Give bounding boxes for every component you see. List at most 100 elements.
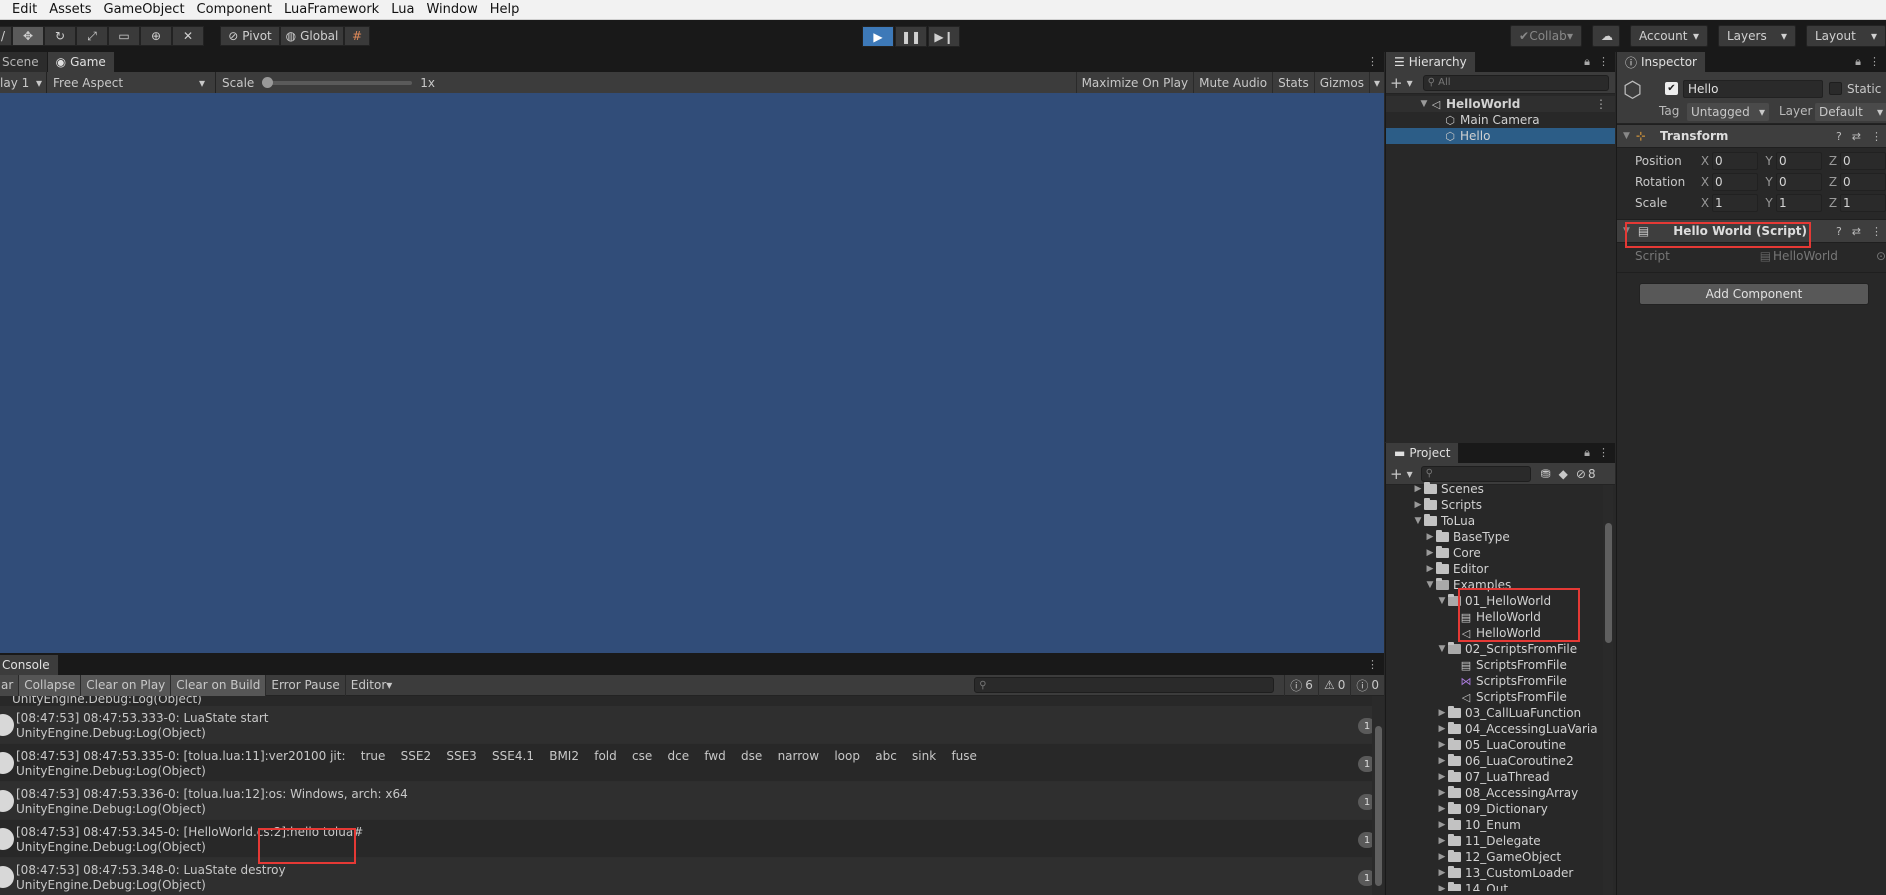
more-options-icon[interactable]: ⋮	[1598, 446, 1609, 460]
menu-lua[interactable]: Lua	[391, 2, 414, 17]
mute-audio-button[interactable]: Mute Audio	[1193, 71, 1272, 94]
scale-y-field[interactable]: 1	[1776, 193, 1822, 212]
custom-tool-icon[interactable]: ✕	[172, 26, 204, 46]
add-icon[interactable]: +	[1390, 74, 1403, 92]
menu-gameobject[interactable]: GameObject	[104, 2, 185, 17]
menu-component[interactable]: Component	[197, 2, 272, 17]
chevron-right-icon[interactable]: ▶	[1436, 836, 1448, 846]
list-item[interactable]: ▶ Editor	[1386, 561, 1615, 577]
list-item[interactable]: ▶ BaseType	[1386, 529, 1615, 545]
lock-icon[interactable]: 🔒︎	[1584, 55, 1590, 69]
game-viewport[interactable]	[0, 93, 1384, 653]
tab-project[interactable]: ▬ Project	[1386, 443, 1460, 463]
chevron-right-icon[interactable]: ▶	[1436, 740, 1448, 750]
list-item[interactable]: ▶ 03_CallLuaFunction	[1386, 705, 1615, 721]
tab-inspector[interactable]: ⓘ Inspector	[1617, 52, 1706, 72]
grid-snap-icon[interactable]: #	[344, 26, 370, 46]
list-item[interactable]: ▶ Scripts	[1386, 497, 1615, 513]
step-icon[interactable]: ▶❙	[928, 26, 960, 47]
chevron-down-icon[interactable]: ▼	[1623, 131, 1630, 141]
rotation-y-field[interactable]: 0	[1776, 172, 1822, 191]
tab-scene[interactable]: Scene	[0, 52, 48, 72]
console-search-input[interactable]: ⚲	[974, 677, 1275, 693]
tab-console[interactable]: Console	[0, 655, 59, 675]
project-search-input[interactable]: ⚲	[1420, 465, 1531, 482]
list-item[interactable]: ▶ 13_CustomLoader	[1386, 865, 1615, 881]
list-item[interactable]: ▶ 11_Delegate	[1386, 833, 1615, 849]
error-pause-button[interactable]: Error Pause	[265, 674, 344, 696]
list-item[interactable]: ▶ 04_AccessingLuaVaria	[1386, 721, 1615, 737]
list-item[interactable]: ▶ 10_Enum	[1386, 817, 1615, 833]
more-options-icon[interactable]: ⋮	[1598, 55, 1609, 69]
scale-slider[interactable]	[262, 76, 413, 88]
lock-icon[interactable]: 🔒︎	[1584, 446, 1590, 460]
chevron-down-icon[interactable]: ▾	[1368, 71, 1384, 94]
menu-help[interactable]: Help	[490, 2, 520, 17]
more-options-icon[interactable]: ⋮	[1869, 55, 1880, 69]
slider-knob[interactable]	[262, 76, 274, 88]
list-item[interactable]: ▶ Core	[1386, 545, 1615, 561]
list-item[interactable]: ▶ 05_LuaCoroutine	[1386, 737, 1615, 753]
scale-z-field[interactable]: 1	[1840, 193, 1886, 212]
chevron-right-icon[interactable]: ▶	[1436, 852, 1448, 862]
list-item[interactable]: ⋈ ScriptsFromFile	[1386, 673, 1615, 689]
menu-luaframework[interactable]: LuaFramework	[284, 2, 379, 17]
collab-dropdown[interactable]: ✔ Collab ▾	[1510, 25, 1582, 47]
add-component-button[interactable]: Add Component	[1639, 283, 1869, 305]
chevron-down-icon[interactable]: ▼	[1436, 644, 1448, 654]
editor-dropdown[interactable]: Editor ▾	[344, 674, 398, 696]
clear-on-build-button[interactable]: Clear on Build	[170, 674, 266, 696]
more-options-icon[interactable]: ⋮	[1871, 225, 1882, 238]
play-icon[interactable]: ▶	[862, 26, 894, 47]
list-item[interactable]: ◁ ScriptsFromFile	[1386, 689, 1615, 705]
chevron-right-icon[interactable]: ▶	[1424, 548, 1436, 558]
table-row[interactable]: [08:47:53] 08:47:53.335-0: [tolua.lua:11…	[0, 744, 1384, 782]
more-options-icon[interactable]: ⋮	[1595, 97, 1607, 111]
list-item[interactable]: ▶ 09_Dictionary	[1386, 801, 1615, 817]
list-item[interactable]: ▶ 14_Out	[1386, 881, 1615, 891]
layers-dropdown[interactable]: Layers ▾	[1718, 25, 1796, 47]
chevron-down-icon[interactable]: ▼	[1623, 226, 1630, 236]
object-name-field[interactable]: Hello	[1683, 80, 1823, 98]
scale-tool-icon[interactable]: ⤢	[76, 26, 108, 46]
transform-component-header[interactable]: ▼ ⊹ Transform ? ⇄ ⋮	[1617, 124, 1886, 148]
list-item[interactable]: ▼ ToLua	[1386, 513, 1615, 529]
more-options-icon[interactable]: ⋮	[1871, 130, 1882, 143]
list-item[interactable]: ▼ 02_ScriptsFromFile	[1386, 641, 1615, 657]
error-filter-toggle[interactable]: ⓘ 0	[1350, 674, 1384, 696]
list-item[interactable]: ▶ 06_LuaCoroutine2	[1386, 753, 1615, 769]
filter-type-icon[interactable]: ⛃	[1541, 467, 1551, 481]
rotation-z-field[interactable]: 0	[1840, 172, 1886, 191]
hierarchy-scene-item[interactable]: ▼ ◁ HelloWorld ⋮	[1386, 96, 1615, 112]
chevron-right-icon[interactable]: ▶	[1436, 708, 1448, 718]
clear-button[interactable]: ar	[0, 674, 19, 696]
layer-dropdown[interactable]: Default ▾	[1815, 103, 1886, 121]
rotation-x-field[interactable]: 0	[1712, 172, 1758, 191]
collapse-button[interactable]: Collapse	[18, 674, 81, 696]
active-checkbox[interactable]: ✔	[1665, 82, 1678, 95]
tab-hierarchy[interactable]: ☰ Hierarchy	[1386, 52, 1476, 72]
object-picker-icon[interactable]: ⊙	[1876, 249, 1886, 263]
script-component-header[interactable]: ▼ ▤ Hello World (Script) ? ⇄ ⋮	[1617, 219, 1886, 243]
list-item[interactable]: ▶ Scenes	[1386, 481, 1615, 497]
list-item[interactable]: ▼ 01_HelloWorld	[1386, 593, 1615, 609]
pivot-toggle[interactable]: ⊘ Pivot	[220, 26, 280, 46]
hand-tool-icon[interactable]: /	[0, 26, 12, 46]
more-options-icon[interactable]: ⋮	[1367, 55, 1378, 68]
maximize-on-play-button[interactable]: Maximize On Play	[1075, 71, 1194, 94]
layout-dropdown[interactable]: Layout ▾	[1806, 25, 1886, 47]
warning-filter-toggle[interactable]: ⚠ 0	[1317, 674, 1350, 696]
chevron-right-icon[interactable]: ▶	[1436, 884, 1448, 891]
lock-icon[interactable]: 🔒︎	[1855, 55, 1861, 69]
hierarchy-item-hello[interactable]: ⬡ Hello	[1386, 128, 1615, 144]
list-item[interactable]: ▤ ScriptsFromFile	[1386, 657, 1615, 673]
table-row[interactable]: [08:47:53] 08:47:53.348-0: LuaState dest…	[0, 858, 1384, 895]
hidden-packages-toggle[interactable]: ⊘ 8	[1576, 467, 1596, 481]
chevron-right-icon[interactable]: ▶	[1412, 484, 1424, 494]
account-dropdown[interactable]: Account ▾	[1630, 25, 1708, 47]
transform-tool-icon[interactable]: ⊕	[140, 26, 172, 46]
preset-icon[interactable]: ⇄	[1852, 225, 1861, 238]
list-item[interactable]: ▶ 08_AccessingArray	[1386, 785, 1615, 801]
list-item[interactable]: ▤ HelloWorld	[1386, 609, 1615, 625]
chevron-right-icon[interactable]: ▶	[1436, 788, 1448, 798]
